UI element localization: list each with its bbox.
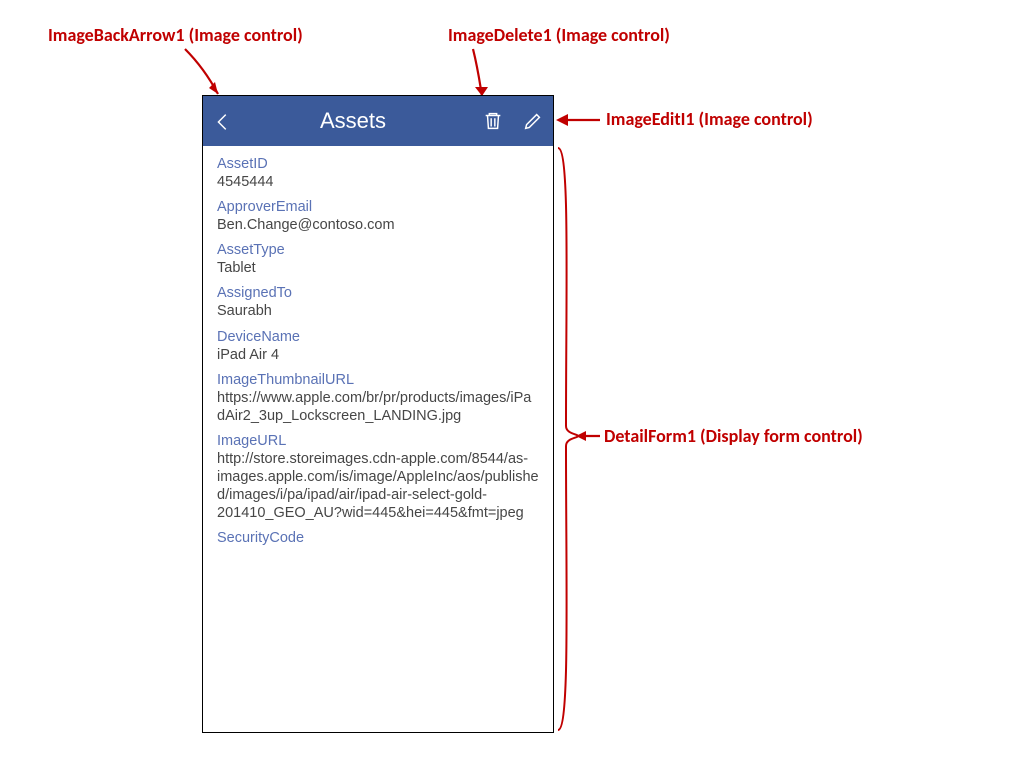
field-value: Saurabh xyxy=(217,302,539,320)
field-imagethumbnailurl: ImageThumbnailURL https://www.apple.com/… xyxy=(203,366,553,427)
arrow-to-detailform xyxy=(576,426,606,446)
field-securitycode: SecurityCode xyxy=(203,524,553,549)
field-label: AssignedTo xyxy=(217,285,539,301)
screen-title: Assets xyxy=(233,108,473,134)
field-imageurl: ImageURL http://store.storeimages.cdn-ap… xyxy=(203,427,553,525)
field-label: DeviceName xyxy=(217,329,539,345)
field-devicename: DeviceName iPad Air 4 xyxy=(203,323,553,366)
field-assetid: AssetID 4545444 xyxy=(203,150,553,193)
field-assettype: AssetType Tablet xyxy=(203,236,553,279)
field-value: Ben.Change@contoso.com xyxy=(217,216,539,234)
edit-icon[interactable] xyxy=(513,110,553,132)
field-assignedto: AssignedTo Saurabh xyxy=(203,279,553,322)
field-label: ApproverEmail xyxy=(217,199,539,215)
field-label: ImageURL xyxy=(217,433,539,449)
field-value: 4545444 xyxy=(217,173,539,191)
annotation-delete: ImageDelete1 (Image control) xyxy=(448,24,670,46)
delete-icon[interactable] xyxy=(473,110,513,132)
field-value: Tablet xyxy=(217,259,539,277)
detail-form: AssetID 4545444 ApproverEmail Ben.Change… xyxy=(203,146,553,732)
annotation-back-arrow: ImageBackArrow1 (Image control) xyxy=(48,24,303,46)
field-label: AssetID xyxy=(217,156,539,172)
field-label: SecurityCode xyxy=(217,530,539,546)
field-value: iPad Air 4 xyxy=(217,346,539,364)
brace-detailform xyxy=(556,146,580,736)
field-approveremail: ApproverEmail Ben.Change@contoso.com xyxy=(203,193,553,236)
annotation-detail-form: DetailForm1 (Display form control) xyxy=(604,425,863,447)
field-label: AssetType xyxy=(217,242,539,258)
field-value: http://store.storeimages.cdn-apple.com/8… xyxy=(217,450,539,523)
annotation-edit: ImageEditI1 (Image control) xyxy=(606,108,813,130)
field-label: ImageThumbnailURL xyxy=(217,372,539,388)
app-screen: Assets AssetID 4545444 ApproverEmail Ben… xyxy=(202,95,554,733)
title-bar: Assets xyxy=(203,96,553,146)
field-value: https://www.apple.com/br/pr/products/ima… xyxy=(217,389,539,425)
arrow-to-edit xyxy=(556,110,606,130)
